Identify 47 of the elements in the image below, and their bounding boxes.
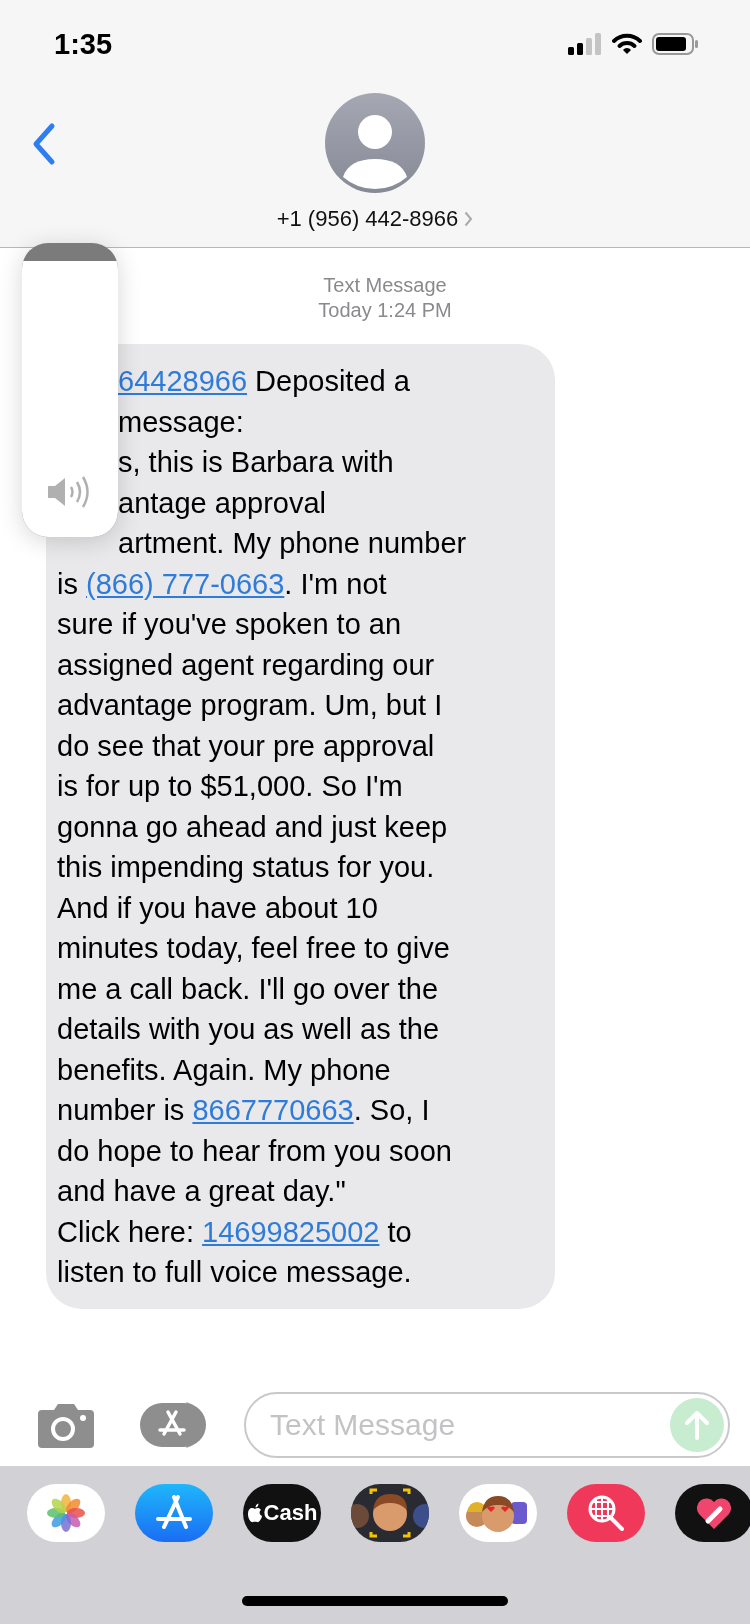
message-text-line: 64428966 Deposited a	[118, 364, 410, 399]
message-text-line: number is 8667770663. So, I	[56, 1093, 430, 1128]
message-text-line: minutes today, feel free to give	[56, 931, 450, 966]
message-text-line: Click here: 14699825002 to	[56, 1214, 412, 1250]
message-text-line: do see that your pre approval	[56, 728, 435, 764]
message-text-line: assigned agent regarding our	[56, 647, 435, 683]
camera-button[interactable]	[36, 1402, 96, 1448]
message-text-line: sure if you've spoken to an	[56, 607, 402, 642]
phone-link[interactable]: 14699825002	[202, 1215, 380, 1248]
message-timestamp: Today 1:24 PM	[318, 298, 452, 323]
message-text-line: antage approval	[118, 485, 326, 521]
battery-icon	[652, 33, 698, 55]
flower-icon	[46, 1493, 86, 1533]
chevron-right-icon	[464, 211, 474, 227]
status-time: 1:35	[53, 27, 114, 61]
message-service-label: Text Message	[323, 273, 447, 298]
wifi-icon	[612, 33, 642, 55]
message-text-line: advantage program. Um, but I	[56, 688, 443, 723]
message-text-line: artment. My phone number	[118, 526, 467, 561]
app-store-button[interactable]	[135, 1484, 213, 1542]
message-text-line: listen to full voice message.	[56, 1255, 412, 1290]
message-text-line: this impending status for you.	[56, 850, 435, 885]
message-text-line: do hope to hear from you soon	[56, 1133, 452, 1169]
phone-link[interactable]: 64428966	[118, 365, 248, 397]
phone-link[interactable]: (866) 777-0663	[86, 567, 285, 600]
message-text-line: And if you have about 10	[56, 890, 378, 926]
message-text-line: benefits. Again. My phone	[56, 1052, 391, 1088]
message-text-line: me a call back. I'll go over the	[56, 971, 439, 1007]
message-text-line: is (866) 777-0663. I'm not	[56, 566, 387, 602]
message-text-line: details with you as well as the	[56, 1012, 440, 1047]
contact-name-button[interactable]: +1 (956) 442-8966	[276, 206, 474, 232]
image-search-button[interactable]	[567, 1484, 645, 1542]
avatar-icon[interactable]	[325, 93, 425, 193]
message-text-line: and have a great day."	[56, 1174, 346, 1209]
up-arrow-icon	[682, 1409, 712, 1441]
apple-cash-button[interactable]: Cash	[243, 1484, 321, 1542]
message-input-field[interactable]: Text Message	[244, 1392, 730, 1458]
digital-touch-button[interactable]	[675, 1484, 750, 1542]
message-text-line: message:	[118, 404, 244, 440]
apple-logo-icon	[246, 1503, 263, 1523]
memoji-app-button[interactable]	[351, 1484, 429, 1542]
message-text-line: is for up to $51,000. So I'm	[56, 769, 403, 804]
message-text-line: gonna go ahead and just keep	[56, 809, 448, 845]
heart-icon	[694, 1495, 734, 1531]
signal-icon	[568, 33, 602, 55]
phone-link[interactable]: 8667770663	[192, 1094, 354, 1126]
message-text-line: s, this is Barbara with	[118, 445, 394, 480]
